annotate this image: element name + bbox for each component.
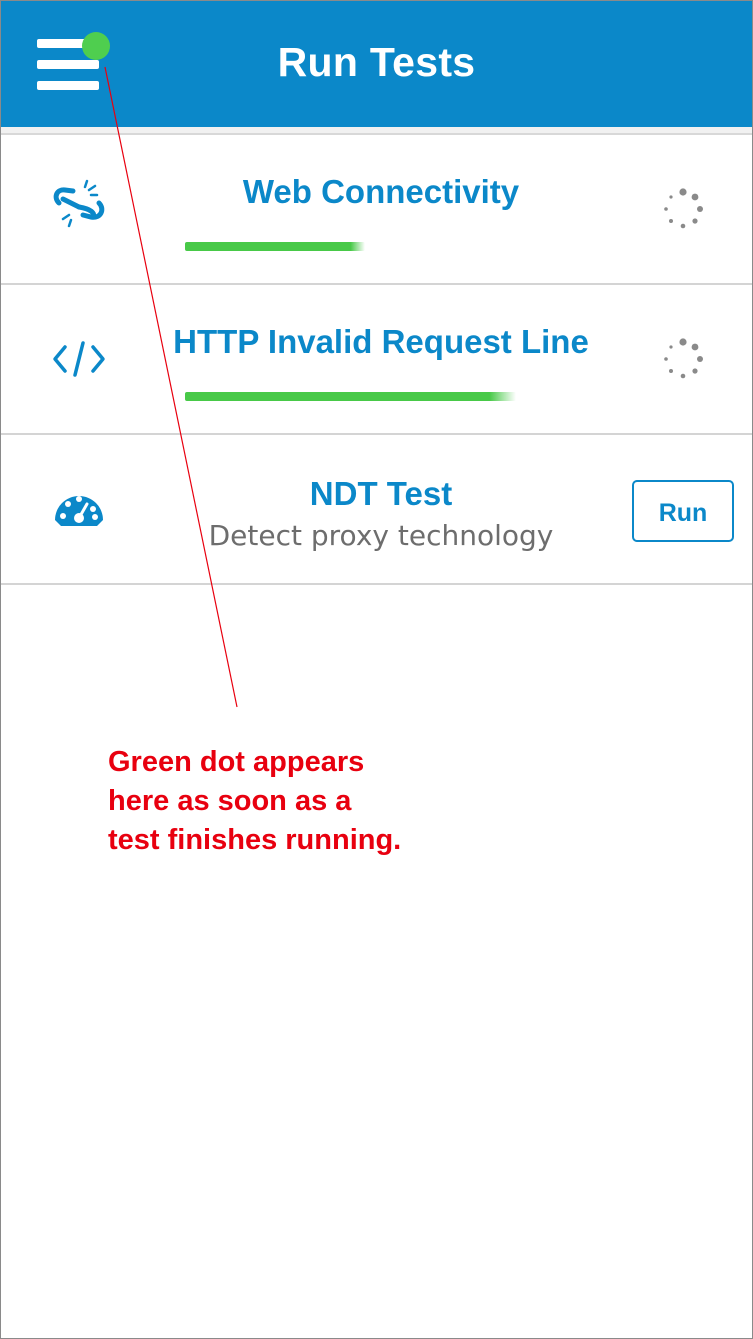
app-screen: Run Tests Web Connectivity HTTP Invalid … bbox=[0, 0, 753, 1339]
annotation-pointer-line bbox=[104, 66, 238, 708]
